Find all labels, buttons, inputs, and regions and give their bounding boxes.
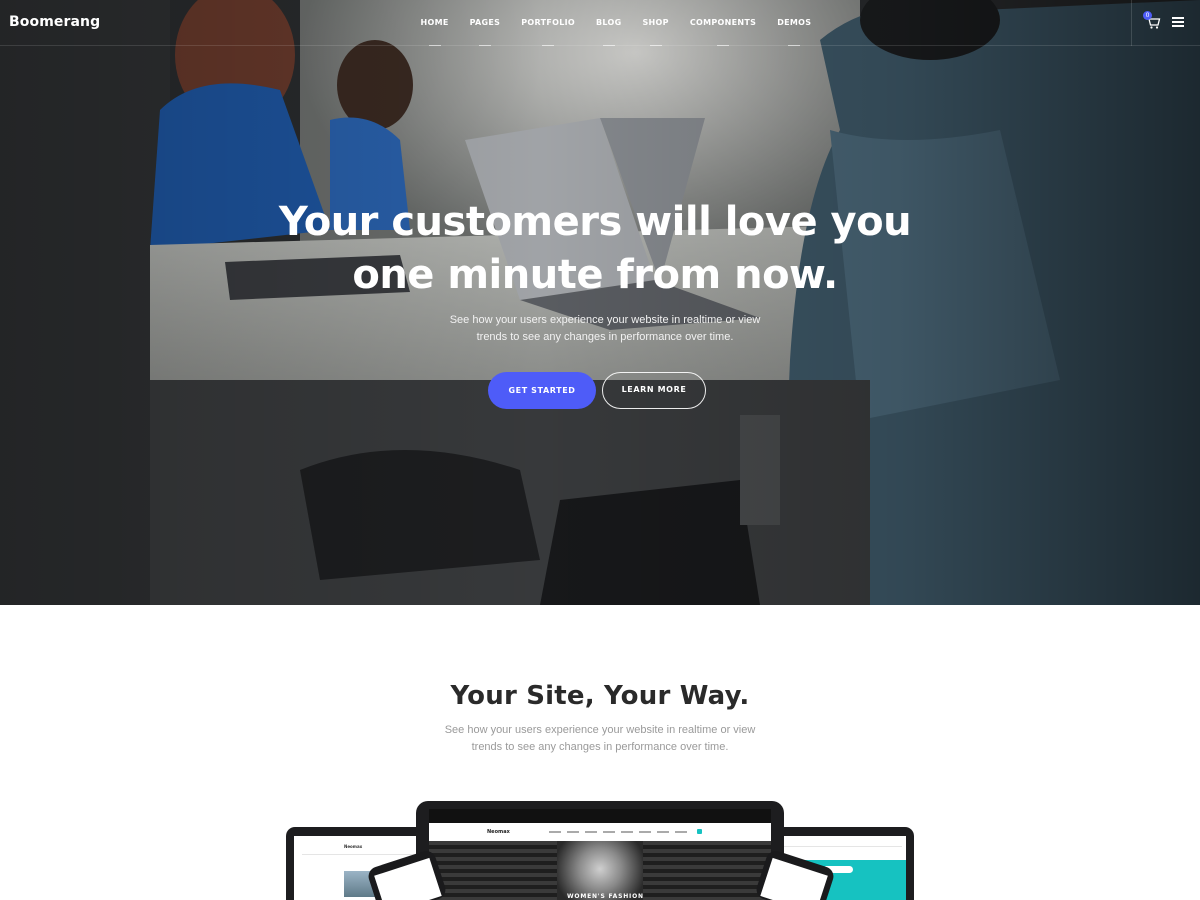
- mockup-nav-links: [549, 831, 689, 833]
- nav-item-components[interactable]: COMPONENTS: [679, 0, 766, 46]
- mockup-hero-photo: [557, 841, 643, 900]
- nav-item-pages[interactable]: PAGES: [459, 0, 511, 46]
- hero-subtitle: See how your users experience your websi…: [449, 314, 761, 343]
- get-started-button[interactable]: GET STARTED: [488, 372, 596, 409]
- desktop-mockup-center: Neomax WOMEN'S FASHION: [416, 801, 784, 900]
- nav-item-demos[interactable]: DEMOS: [767, 0, 822, 46]
- hero-section: Boomerang HOME PAGES PORTFOLIO BLOG SHOP…: [0, 0, 1200, 605]
- nav-dropdown-indicator: [478, 45, 491, 46]
- learn-more-button[interactable]: LEARN MORE: [602, 372, 706, 409]
- nav-dropdown-indicator: [602, 45, 615, 46]
- nav-item-label: PAGES: [469, 18, 501, 27]
- section-title: Your Site, Your Way.: [450, 681, 750, 711]
- mockup-brand-label: Neomax: [344, 844, 363, 849]
- features-section: Your Site, Your Way. See how your users …: [0, 605, 1200, 900]
- phone-screen: [374, 857, 442, 900]
- mockup-banner-text: WOMEN'S FASHION: [567, 893, 644, 900]
- desktop-screen: Neomax WOMEN'S FASHION: [429, 809, 771, 900]
- navbar-divider: [1131, 0, 1132, 46]
- nav-item-portfolio[interactable]: PORTFOLIO: [511, 0, 586, 46]
- cart-count-badge: 0: [1143, 11, 1152, 20]
- nav-item-shop[interactable]: SHOP: [632, 0, 679, 46]
- top-navbar: Boomerang HOME PAGES PORTFOLIO BLOG SHOP…: [0, 0, 1200, 46]
- nav-item-label: DEMOS: [777, 18, 812, 27]
- hero-title: Your customers will love you one minute …: [278, 199, 912, 298]
- nav-item-label: SHOP: [642, 18, 669, 27]
- nav-dropdown-indicator: [649, 45, 662, 46]
- nav-dropdown-indicator: [428, 45, 441, 46]
- mockup-brand-label: Neomax: [487, 829, 510, 835]
- hero-overlay: [0, 0, 1200, 605]
- hamburger-menu-icon[interactable]: [1172, 17, 1184, 27]
- section-subtitle: See how your users experience your websi…: [444, 724, 756, 753]
- nav-item-label: PORTFOLIO: [521, 18, 576, 27]
- nav-item-home[interactable]: HOME: [410, 0, 459, 46]
- mockup-topbar: [429, 809, 771, 823]
- nav-item-label: HOME: [420, 18, 449, 27]
- nav-item-label: COMPONENTS: [689, 18, 757, 27]
- mockup-header: Neomax: [429, 823, 771, 841]
- mockup-nav-line: [782, 846, 902, 847]
- cart-button[interactable]: 0: [1143, 11, 1161, 30]
- nav-item-label: BLOG: [596, 18, 622, 27]
- mockup-teal-dot-icon: [697, 829, 702, 834]
- nav-dropdown-indicator: [788, 45, 801, 46]
- nav-item-blog[interactable]: BLOG: [586, 0, 632, 46]
- main-nav-menu: HOME PAGES PORTFOLIO BLOG SHOP COMPONENT…: [410, 0, 822, 46]
- nav-dropdown-indicator: [717, 45, 730, 46]
- brand-logo[interactable]: Boomerang: [9, 14, 100, 30]
- phone-screen: [760, 857, 828, 900]
- nav-dropdown-indicator: [542, 45, 555, 46]
